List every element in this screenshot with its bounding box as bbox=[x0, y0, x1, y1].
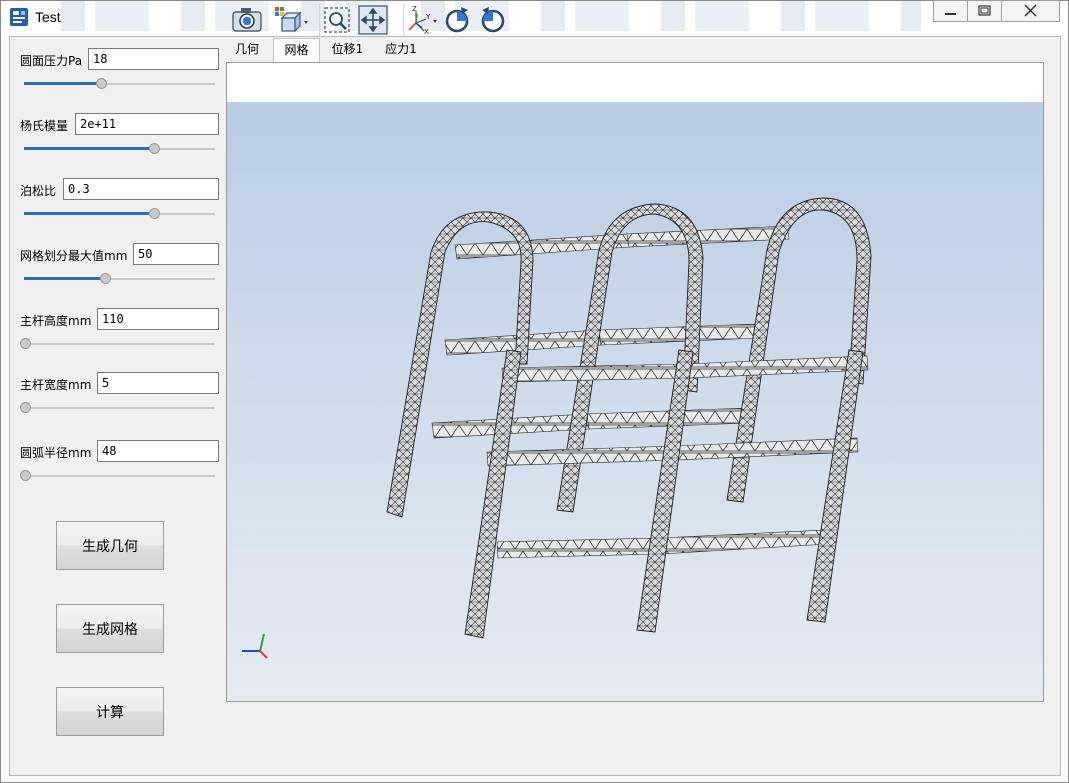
arc-radius-slider-track[interactable] bbox=[24, 475, 215, 477]
generate-geometry-button[interactable]: 生成几何 bbox=[56, 521, 164, 570]
close-icon bbox=[1024, 4, 1037, 17]
camera-icon[interactable] bbox=[231, 4, 263, 36]
tab-geometry[interactable]: 几何 bbox=[226, 38, 268, 62]
app-icon bbox=[9, 7, 29, 27]
arc-radius-slider-handle[interactable] bbox=[20, 470, 31, 481]
minimize-icon bbox=[945, 13, 956, 15]
main-rod-width-slider-handle[interactable] bbox=[20, 402, 31, 413]
maximize-button[interactable] bbox=[967, 0, 1002, 22]
window-title: Test bbox=[35, 9, 61, 25]
generate-mesh-button[interactable]: 生成网格 bbox=[56, 604, 164, 653]
mesh-model bbox=[242, 197, 872, 659]
param-label-main-rod-width: 主杆宽度mm bbox=[20, 378, 92, 392]
tab-displacement[interactable]: 位移1 bbox=[325, 38, 370, 62]
fit-all-icon[interactable] bbox=[357, 4, 389, 36]
youngs-modulus-slider-handle[interactable] bbox=[149, 143, 160, 154]
compute-button[interactable]: 计算 bbox=[56, 687, 164, 736]
param-label-mesh-max-size: 网格划分最大值mm bbox=[20, 249, 128, 263]
axes-view-icon[interactable]: Z Y X bbox=[403, 4, 440, 36]
svg-text:Z: Z bbox=[412, 5, 417, 13]
main-rod-height-input[interactable]: 110 bbox=[97, 308, 219, 330]
axis-triad bbox=[242, 633, 268, 659]
front-legs bbox=[464, 349, 864, 639]
mesh-max-size-slider-fill bbox=[24, 277, 105, 280]
display-mode-icon[interactable] bbox=[273, 4, 311, 36]
param-label-arc-radius: 圆弧半径mm bbox=[20, 446, 92, 460]
param-label-pressure: 圆面压力Pa bbox=[20, 54, 83, 68]
youngs-modulus-slider-fill bbox=[24, 147, 154, 150]
minimize-button[interactable] bbox=[933, 0, 968, 22]
pressure-slider-fill bbox=[24, 82, 101, 85]
main-rod-height-slider-track[interactable] bbox=[24, 343, 215, 345]
rotate-ccw-icon[interactable] bbox=[477, 4, 509, 36]
tab-stress[interactable]: 应力1 bbox=[378, 38, 424, 62]
youngs-modulus-input[interactable]: 2e+11 bbox=[75, 113, 219, 135]
svg-text:Y: Y bbox=[425, 13, 431, 21]
viewer-toolbar bbox=[227, 63, 1043, 102]
pressure-input[interactable]: 18 bbox=[88, 48, 219, 70]
poisson-ratio-input[interactable]: 0.3 bbox=[63, 178, 219, 200]
param-label-main-rod-height: 主杆高度mm bbox=[20, 314, 92, 328]
arc-radius-input[interactable]: 48 bbox=[97, 440, 219, 462]
pressure-slider-handle[interactable] bbox=[96, 78, 107, 89]
main-rod-width-slider-track[interactable] bbox=[24, 407, 215, 409]
svg-text:X: X bbox=[424, 28, 429, 35]
close-button[interactable] bbox=[1001, 0, 1060, 22]
zoom-box-icon[interactable] bbox=[319, 4, 354, 36]
param-label-youngs-modulus: 杨氏模量 bbox=[20, 119, 69, 133]
3d-viewport[interactable] bbox=[227, 102, 1043, 701]
param-label-poisson-ratio: 泊松比 bbox=[20, 184, 57, 198]
mesh-max-size-slider-handle[interactable] bbox=[100, 273, 111, 284]
title-bar bbox=[1, 1, 1067, 35]
rotate-cw-icon[interactable] bbox=[441, 4, 473, 36]
main-rod-height-slider-handle[interactable] bbox=[20, 338, 31, 349]
poisson-ratio-slider-fill bbox=[24, 212, 154, 215]
mesh-max-size-input[interactable]: 50 bbox=[133, 243, 219, 265]
tab-mesh[interactable]: 网格 bbox=[273, 38, 320, 62]
main-rod-width-input[interactable]: 5 bbox=[97, 372, 219, 394]
poisson-ratio-slider-handle[interactable] bbox=[149, 208, 160, 219]
